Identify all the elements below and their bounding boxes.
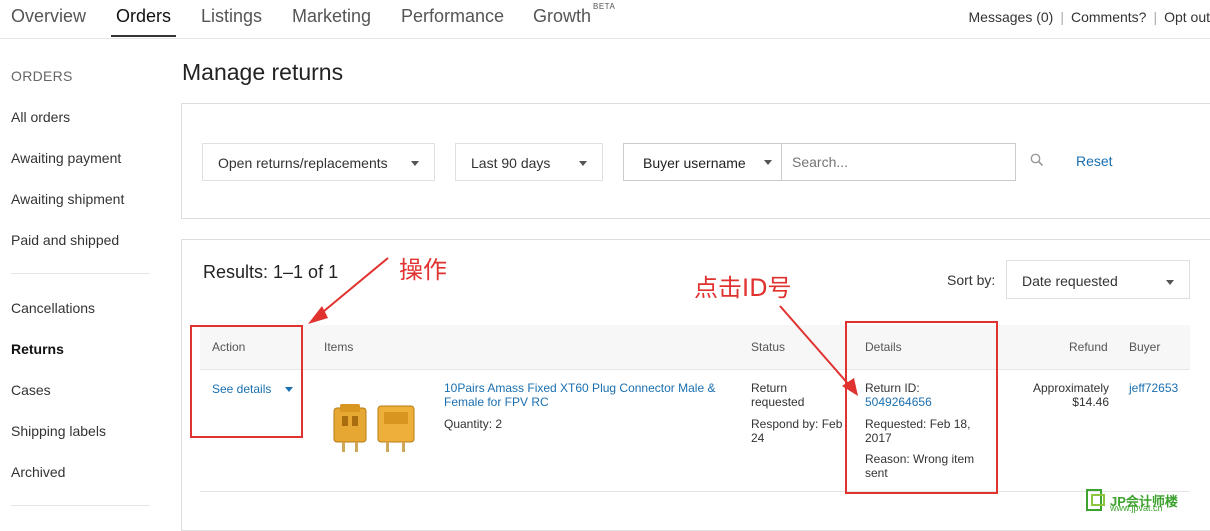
tab-performance[interactable]: Performance: [401, 6, 504, 27]
sidebar-item-archived[interactable]: Archived: [11, 464, 65, 480]
tab-marketing[interactable]: Marketing: [292, 6, 371, 27]
tab-listings[interactable]: Listings: [201, 6, 262, 27]
status-filter-value: Open returns/replacements: [218, 155, 388, 171]
chevron-down-icon: [411, 161, 419, 166]
return-status: Return requested: [751, 381, 805, 409]
refund-approx-label: Approximately: [1032, 381, 1109, 395]
refund-amount: $14.46: [1072, 395, 1109, 409]
column-header-status[interactable]: Status: [751, 340, 785, 354]
column-header-buyer: Buyer: [1129, 340, 1161, 354]
row-divider: [200, 491, 1190, 492]
date-range-select[interactable]: Last 90 days: [455, 143, 603, 181]
chevron-down-icon: [579, 161, 587, 166]
chevron-down-icon: [1166, 280, 1174, 285]
respond-by-date: Respond by: Feb 24: [751, 417, 843, 445]
messages-link[interactable]: Messages (0): [969, 9, 1054, 25]
sidebar-item-paid-and-shipped[interactable]: Paid and shipped: [11, 232, 119, 248]
details-highlight-box: [845, 321, 998, 494]
column-header-refund: Refund: [1069, 340, 1108, 354]
chevron-down-icon: [764, 160, 772, 165]
sidebar-item-awaiting-payment[interactable]: Awaiting payment: [11, 150, 121, 166]
link-separator: |: [1060, 9, 1064, 25]
active-tab-indicator: [111, 35, 176, 37]
tab-growth[interactable]: Growth: [533, 6, 591, 27]
sidebar-item-returns[interactable]: Returns: [11, 341, 64, 357]
date-range-value: Last 90 days: [471, 155, 551, 171]
watermark-logo-icon: [1086, 489, 1105, 511]
reset-link[interactable]: Reset: [1076, 153, 1113, 169]
product-thumbnail[interactable]: [330, 400, 420, 458]
column-header-items: Items: [324, 340, 354, 354]
search-field-value: Buyer username: [643, 155, 746, 171]
link-separator: |: [1153, 9, 1158, 25]
item-quantity: Quantity: 2: [444, 417, 503, 431]
sidebar-item-cancellations[interactable]: Cancellations: [11, 300, 95, 316]
sidebar-divider: [11, 273, 150, 274]
sidebar-item-awaiting-shipment[interactable]: Awaiting shipment: [11, 191, 124, 207]
page-title: Manage returns: [182, 59, 344, 85]
growth-beta-badge: BETA: [593, 2, 616, 11]
top-nav: Overview Orders Listings Marketing Perfo…: [0, 0, 1210, 39]
results-summary: Results: 1–1 of 1: [203, 262, 339, 282]
opt-out-link[interactable]: Opt out: [1164, 9, 1210, 25]
tab-overview[interactable]: Overview: [11, 6, 86, 27]
action-highlight-box: [190, 325, 303, 438]
sidebar-item-cases[interactable]: Cases: [11, 382, 51, 398]
buyer-username-link[interactable]: jeff72653: [1129, 381, 1178, 395]
comments-link[interactable]: Comments?: [1071, 9, 1146, 25]
sort-select[interactable]: Date requested: [1006, 260, 1190, 299]
tab-orders[interactable]: Orders: [116, 6, 171, 27]
sort-by-label: Sort by:: [947, 272, 996, 288]
item-title-link[interactable]: 10Pairs Amass Fixed XT60 Plug Connector …: [444, 381, 729, 409]
sidebar-item-shipping-labels[interactable]: Shipping labels: [11, 423, 106, 439]
top-links: Messages (0) | Comments? | Opt out: [969, 9, 1210, 25]
status-filter-select[interactable]: Open returns/replacements: [202, 143, 435, 181]
sidebar-divider: [11, 505, 150, 506]
watermark-url: www.jpvat.cn: [1110, 503, 1163, 513]
search-input[interactable]: [781, 143, 1016, 181]
sidebar-heading: ORDERS: [11, 68, 73, 84]
sidebar-item-all-orders[interactable]: All orders: [11, 109, 70, 125]
watermark: JP会计师楼 www.jpvat.cn: [1086, 489, 1200, 513]
sort-select-value: Date requested: [1022, 273, 1118, 289]
action-annotation: 操作: [399, 256, 447, 284]
id-annotation: 点击ID号: [694, 274, 792, 302]
search-icon[interactable]: [1030, 153, 1044, 167]
search-field-select[interactable]: Buyer username: [623, 143, 782, 181]
